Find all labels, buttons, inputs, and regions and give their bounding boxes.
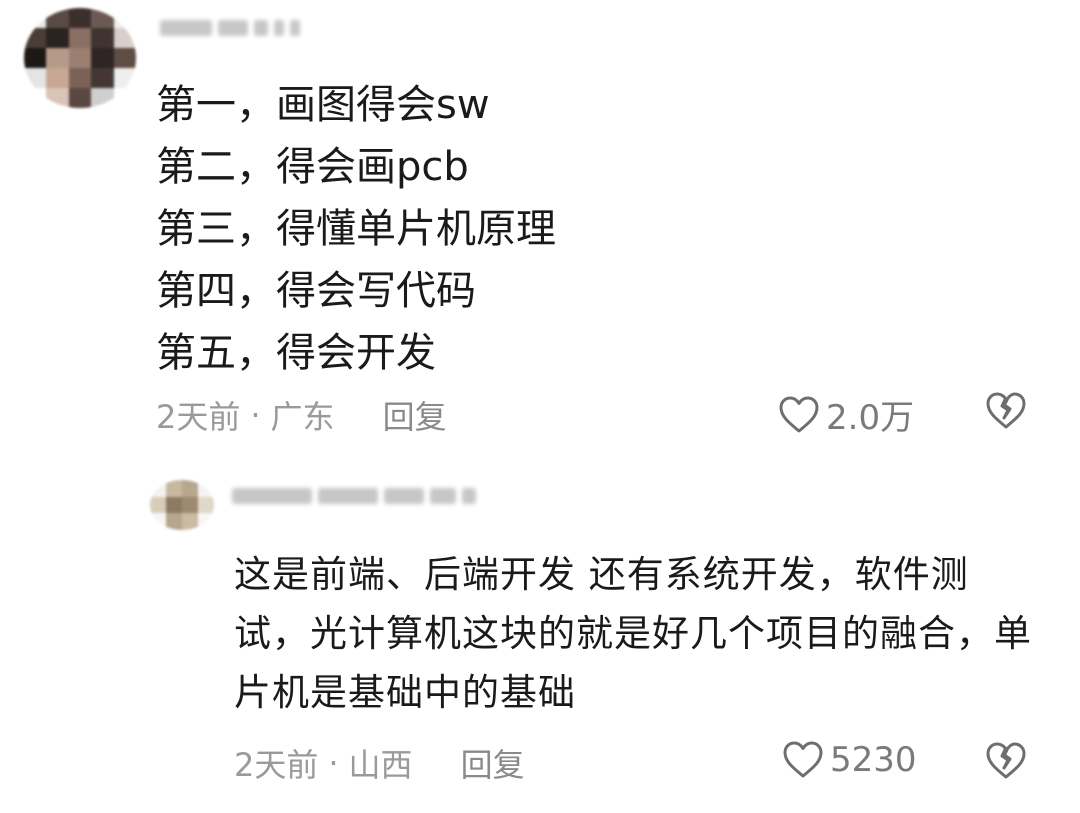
comment-location: 广东 [270, 398, 335, 436]
avatar[interactable] [24, 8, 136, 108]
comment-line: 第二，得会画pcb [156, 144, 469, 190]
heart-icon [783, 741, 823, 778]
heart-icon [779, 396, 819, 432]
comment-line: 第一，画图得会sw [156, 82, 490, 128]
reply-button[interactable]: 回复 [461, 740, 525, 786]
comment-text: 第一，画图得会sw 第二，得会画pcb 第三，得懂单片机原理 第四，得会写代码 … [156, 74, 556, 384]
reply-text: 这是前端、后端开发 还有系统开发，软件测试，光计算机这块的就是好几个项目的融合，… [234, 553, 1032, 714]
reply-meta: 2天前 · 山西 回复 [234, 740, 525, 786]
reply-button[interactable]: 回复 [383, 392, 447, 438]
comment-meta: 2天前 · 广东 回复 [156, 392, 447, 438]
comment-time: 2天前 [156, 398, 241, 436]
like-count: 5230 [830, 740, 917, 780]
reply-avatar[interactable] [150, 480, 214, 530]
like-button[interactable]: 5230 [782, 740, 917, 780]
comment-line: 第三，得懂单片机原理 [156, 206, 556, 252]
separator-dot: · [250, 396, 261, 434]
separator-dot: · [328, 744, 339, 782]
comment-line: 第五，得会开发 [156, 330, 436, 376]
like-count: 2.0万 [826, 398, 915, 438]
reply-username-blurred[interactable] [232, 488, 476, 504]
reply-location: 山西 [348, 746, 413, 784]
like-button[interactable]: 2.0万 [778, 390, 914, 439]
dislike-button[interactable] [984, 391, 1028, 435]
broken-heart-icon [986, 742, 1026, 779]
broken-heart-icon [986, 392, 1026, 429]
username-blurred[interactable] [160, 20, 300, 36]
reply-time: 2天前 [234, 746, 319, 784]
comment-line: 第四，得会写代码 [156, 268, 476, 314]
dislike-button[interactable] [984, 741, 1028, 785]
